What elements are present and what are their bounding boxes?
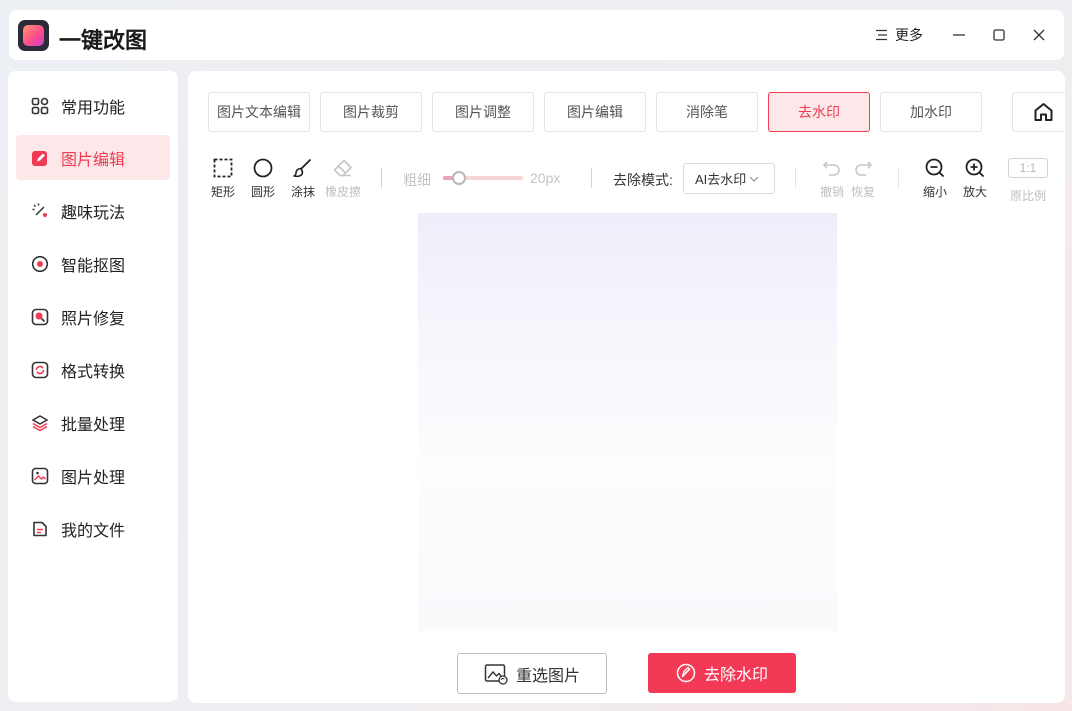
- toolbar-divider: [898, 168, 899, 188]
- brush-tool-label: 涂抹: [290, 185, 315, 199]
- maximize-icon: [993, 29, 1005, 41]
- sidebar-item-image-process[interactable]: 图片处理: [16, 453, 170, 498]
- image-canvas[interactable]: [418, 213, 837, 631]
- sidebar-item-my-files[interactable]: 我的文件: [16, 506, 170, 551]
- chevron-down-icon: [749, 176, 759, 182]
- rect-tool[interactable]: 矩形: [201, 157, 245, 200]
- zoom-out-button[interactable]: 缩小: [913, 157, 957, 200]
- sidebar-item-photo-repair[interactable]: 照片修复: [16, 294, 170, 339]
- eraser-tool-label: 橡皮擦: [324, 185, 361, 199]
- grid-icon: [31, 97, 49, 114]
- brush-icon: [293, 158, 312, 178]
- more-label: 更多: [895, 27, 923, 43]
- app-title: 一键改图: [59, 29, 148, 54]
- remove-watermark-icon: [676, 663, 696, 683]
- home-icon: [1034, 103, 1053, 121]
- zoom-in-label: 放大: [962, 185, 987, 199]
- toolbar-divider: [795, 168, 796, 188]
- image-icon: [31, 467, 49, 484]
- sidebar-item-format[interactable]: 格式转换: [16, 347, 170, 392]
- size-slider[interactable]: [443, 171, 523, 185]
- remove-label: 去除水印: [703, 667, 768, 684]
- size-slider-handle[interactable]: [452, 171, 466, 185]
- zoom-out-label: 缩小: [922, 185, 947, 199]
- sidebar-item-label: 趣味玩法: [61, 204, 126, 222]
- tab-adjust[interactable]: 图片调整: [432, 92, 534, 132]
- sidebar-item-fun[interactable]: 趣味玩法: [16, 188, 170, 233]
- brush-tool[interactable]: 涂抹: [281, 157, 325, 200]
- sidebar-item-image-edit[interactable]: 图片编辑: [16, 135, 170, 180]
- size-label: 粗细: [403, 172, 431, 188]
- original-ratio-button[interactable]: 1:1: [1008, 158, 1048, 178]
- undo-icon: [823, 161, 840, 176]
- tab-image-edit[interactable]: 图片编辑: [544, 92, 646, 132]
- home-button[interactable]: [1012, 92, 1065, 132]
- app-logo: [18, 20, 49, 51]
- zoom-in-icon: [965, 158, 985, 178]
- menu-icon: [876, 29, 887, 41]
- circle-tool-label: 圆形: [250, 185, 275, 199]
- minimize-icon: [953, 34, 965, 36]
- eraser-tool[interactable]: 橡皮擦: [321, 157, 365, 200]
- zoom-in-button[interactable]: 放大: [953, 157, 997, 200]
- mode-label: 去除模式:: [613, 172, 673, 188]
- tab-add-watermark[interactable]: 加水印: [880, 92, 982, 132]
- rect-tool-label: 矩形: [210, 185, 235, 199]
- circle-tool[interactable]: 圆形: [241, 157, 285, 200]
- tab-crop[interactable]: 图片裁剪: [320, 92, 422, 132]
- circle-icon: [253, 158, 273, 178]
- tab-eraser-pen[interactable]: 消除笔: [656, 92, 758, 132]
- tab-remove-watermark[interactable]: 去水印: [768, 92, 870, 132]
- remove-watermark-button[interactable]: 去除水印: [648, 653, 796, 693]
- maximize-button[interactable]: [986, 22, 1012, 48]
- sidebar-item-label: 常用功能: [61, 99, 126, 117]
- zoom-out-icon: [925, 158, 945, 178]
- sidebar-item-cutout[interactable]: 智能抠图: [16, 241, 170, 286]
- redo-button[interactable]: 恢复: [841, 157, 885, 200]
- main-panel: 图片文本编辑 图片裁剪 图片调整 图片编辑 消除笔 去水印 加水印 矩形 圆形 …: [188, 71, 1065, 703]
- sidebar-item-label: 照片修复: [61, 310, 126, 328]
- redo-icon: [855, 161, 872, 176]
- sidebar-item-label: 智能抠图: [61, 257, 126, 275]
- sidebar-item-label: 我的文件: [61, 522, 126, 540]
- reselect-image-button[interactable]: 重选图片: [457, 653, 607, 694]
- layers-icon: [31, 414, 49, 431]
- convert-icon: [31, 361, 49, 378]
- close-icon: [1033, 29, 1045, 41]
- eraser-icon: [333, 159, 352, 177]
- mode-select-value: AI去水印: [695, 172, 747, 187]
- rect-select-icon: [213, 158, 233, 178]
- magic-wand-icon: [32, 203, 47, 217]
- original-ratio-label: 原比例: [1009, 189, 1046, 203]
- toolbar-divider: [381, 168, 382, 188]
- tab-bar: 图片文本编辑 图片裁剪 图片调整 图片编辑 消除笔 去水印 加水印: [208, 92, 1065, 132]
- redo-label: 恢复: [850, 185, 875, 199]
- sidebar-item-batch[interactable]: 批量处理: [16, 400, 170, 445]
- edit-icon: [32, 150, 47, 166]
- sidebar-item-label: 图片处理: [61, 469, 126, 487]
- photo-repair-icon: [31, 308, 49, 325]
- size-value: 20px: [530, 170, 561, 186]
- file-icon: [33, 521, 47, 536]
- sidebar: 常用功能 图片编辑 趣味玩法 智能抠图 照片修复 格式转换 批量处理 图片处理 …: [8, 71, 178, 702]
- more-menu-button[interactable]: 更多: [875, 25, 923, 45]
- close-button[interactable]: [1026, 22, 1052, 48]
- reselect-label: 重选图片: [515, 667, 580, 685]
- sidebar-item-label: 批量处理: [61, 416, 126, 434]
- sidebar-item-label: 格式转换: [61, 363, 126, 381]
- title-bar: 一键改图 更多: [9, 10, 1064, 60]
- mode-select[interactable]: AI去水印: [683, 163, 775, 194]
- sidebar-item-common[interactable]: 常用功能: [16, 83, 170, 128]
- tab-text-edit[interactable]: 图片文本编辑: [208, 92, 310, 132]
- toolbar-divider: [591, 168, 592, 188]
- sidebar-item-label: 图片编辑: [61, 151, 126, 169]
- minimize-button[interactable]: [946, 22, 972, 48]
- image-reselect-icon: [484, 663, 508, 685]
- target-icon: [31, 255, 49, 272]
